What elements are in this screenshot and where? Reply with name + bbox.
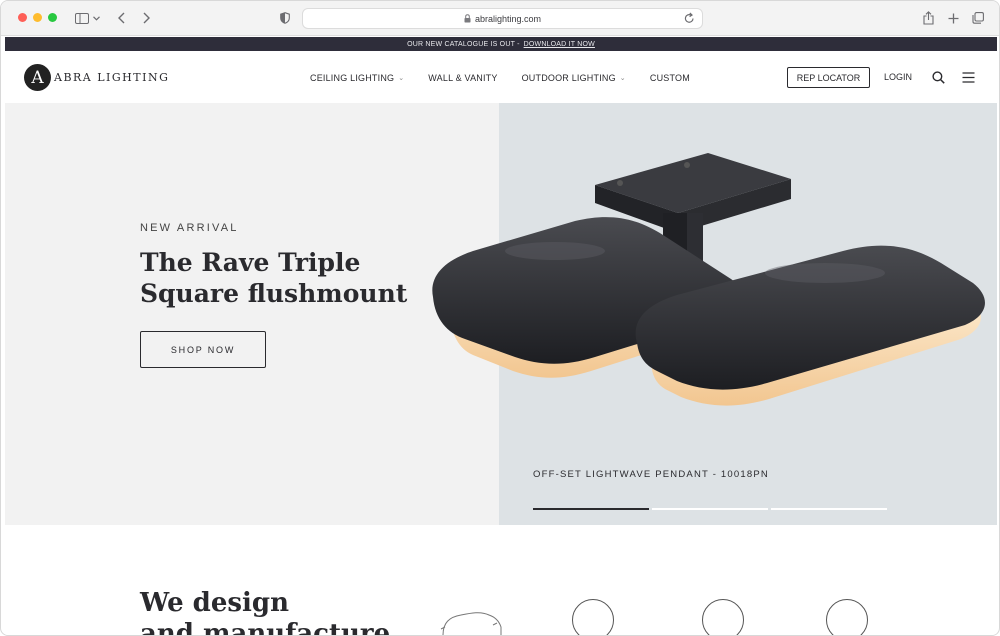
sidebar-icon: [74, 12, 89, 24]
hero-title-line: Square flushmount: [140, 279, 408, 308]
hero-title: The Rave Triple Square flushmount: [140, 247, 440, 309]
main-nav: CEILING LIGHTING ⌄ WALL & VANITY OUTDOOR…: [310, 52, 690, 103]
back-button[interactable]: [115, 9, 127, 27]
rep-locator-button[interactable]: REP LOCATOR: [787, 67, 870, 88]
about-section: We design and manufacture: [5, 525, 997, 636]
shield-icon: [280, 12, 290, 24]
logo-mark: A: [24, 64, 51, 91]
chevron-down-icon: ⌄: [619, 74, 626, 82]
url-text: abralighting.com: [474, 13, 542, 24]
nav-item-ceiling-lighting[interactable]: CEILING LIGHTING ⌄: [310, 73, 404, 83]
plus-icon: [948, 13, 958, 23]
slide-caption: OFF-SET LIGHTWAVE PENDANT - 10018PN: [533, 469, 769, 480]
share-icon: [922, 11, 934, 25]
zoom-window-button[interactable]: [48, 13, 57, 22]
search-button[interactable]: [931, 70, 945, 84]
chevron-left-icon: [117, 12, 124, 24]
carousel-slide-indicator-1[interactable]: [533, 508, 649, 510]
carousel-slide-indicator-2[interactable]: [652, 508, 768, 510]
feature-badge-icon: [572, 599, 614, 635]
brand-logo[interactable]: A ABRA LIGHTING: [24, 64, 169, 91]
announcement-text: OUR NEW CATALOGUE IS OUT -: [407, 40, 520, 48]
nav-item-label: CUSTOM: [649, 72, 690, 83]
tab-overview-button[interactable]: [971, 9, 985, 27]
about-title-line: and manufacture: [140, 619, 391, 636]
nav-item-label: CEILING LIGHTING: [310, 72, 395, 83]
feature-badge-icon: [702, 599, 744, 635]
hamburger-menu-icon: [962, 71, 974, 83]
sidebar-toggle-button[interactable]: [72, 9, 102, 27]
announcement-bar: OUR NEW CATALOGUE IS OUT - DOWNLOAD IT N…: [5, 37, 997, 51]
browser-toolbar: abralighting.com: [1, 1, 999, 36]
california-bear-icon: [440, 612, 502, 635]
site-header: A ABRA LIGHTING CEILING LIGHTING ⌄ WALL …: [5, 52, 997, 103]
login-link[interactable]: LOGIN: [884, 72, 912, 82]
about-title: We design and manufacture: [140, 588, 440, 636]
chevron-down-icon: ⌄: [398, 74, 405, 82]
close-window-button[interactable]: [18, 13, 27, 22]
share-button[interactable]: [921, 9, 935, 27]
feature-badge-icon: [826, 599, 868, 635]
menu-button[interactable]: [961, 70, 975, 84]
reload-icon[interactable]: [684, 12, 695, 24]
search-icon: [931, 70, 945, 84]
carousel-slide-indicator-3[interactable]: [771, 508, 887, 510]
address-bar[interactable]: abralighting.com: [302, 8, 703, 29]
hero-eyebrow: NEW ARRIVAL: [140, 222, 239, 234]
about-title-line: We design: [140, 588, 289, 618]
carousel-progress: [533, 508, 887, 510]
logo-wordmark: ABRA LIGHTING: [54, 71, 170, 84]
nav-item-outdoor-lighting[interactable]: OUTDOOR LIGHTING ⌄: [522, 73, 626, 83]
nav-item-label: WALL & VANITY: [428, 72, 498, 83]
hero-carousel: NEW ARRIVAL The Rave Triple Square flush…: [5, 103, 997, 525]
new-tab-button[interactable]: [946, 9, 960, 27]
forward-button[interactable]: [140, 9, 152, 27]
pendant-fixture-image[interactable]: [425, 143, 985, 413]
tabs-overview-icon: [972, 12, 984, 24]
chevron-right-icon: [143, 12, 150, 24]
minimize-window-button[interactable]: [33, 13, 42, 22]
nav-item-wall-vanity[interactable]: WALL & VANITY: [428, 73, 497, 83]
nav-item-label: OUTDOOR LIGHTING: [521, 72, 616, 83]
chevron-down-icon: [92, 15, 100, 21]
shop-now-button[interactable]: SHOP NOW: [140, 331, 266, 368]
download-catalogue-link[interactable]: DOWNLOAD IT NOW: [524, 41, 595, 48]
lock-icon: [464, 14, 471, 23]
browser-window: abralighting.com OUR NEW CATALOGUE IS OU…: [0, 0, 1000, 636]
nav-item-custom[interactable]: CUSTOM: [650, 73, 690, 83]
hero-title-line: The Rave Triple: [140, 248, 361, 277]
privacy-shield-button[interactable]: [278, 9, 292, 27]
